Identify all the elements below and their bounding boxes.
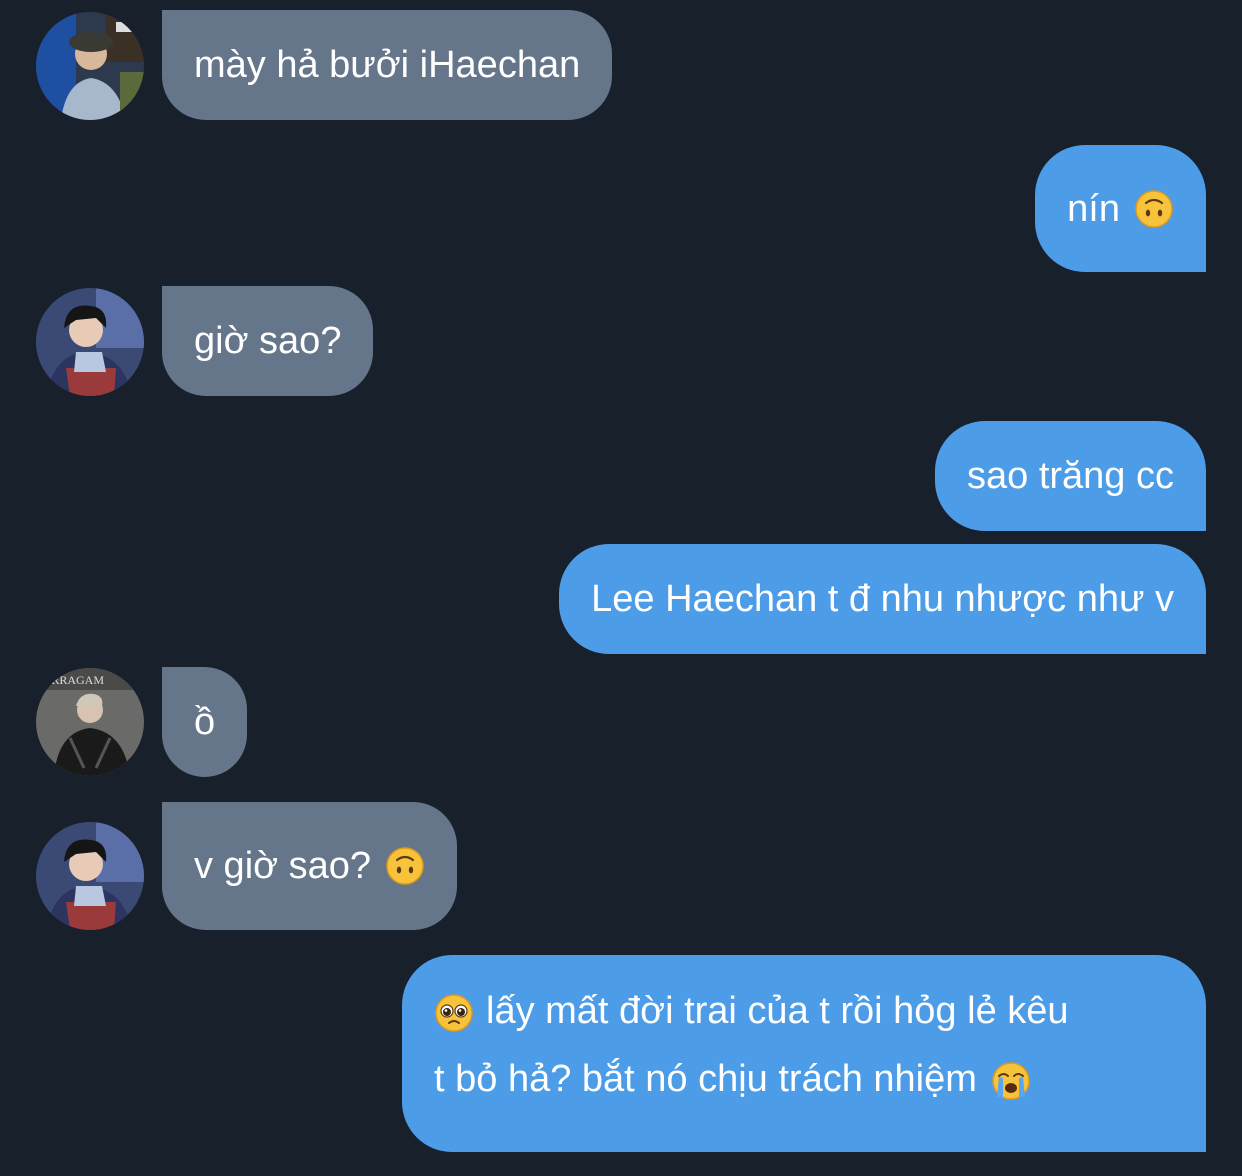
avatar[interactable]	[36, 822, 144, 930]
message-text: nín	[1067, 187, 1120, 230]
avatar[interactable]	[36, 12, 144, 120]
message-text: mày hả bưởi iHaechan	[194, 44, 581, 86]
avatar[interactable]	[36, 288, 144, 396]
upside-down-face-icon	[1134, 189, 1174, 229]
outgoing-message[interactable]: Lee Haechan t đ nhu nhược như v	[559, 544, 1206, 654]
message-text: ồ	[194, 701, 216, 743]
message-text: sao trăng cc	[967, 455, 1174, 497]
incoming-message[interactable]: v giờ sao?	[162, 802, 458, 930]
message-text: t bỏ hả? bắt nó chịu trách nhiệm	[434, 1058, 977, 1100]
upside-down-face-icon	[385, 846, 425, 886]
pleading-face-icon	[434, 993, 474, 1033]
incoming-message[interactable]: giờ sao?	[162, 286, 374, 396]
chat-thread: mày hả bưởi iHaechan nín giờ sao? sao tr…	[0, 0, 1242, 1176]
incoming-message[interactable]: ồ	[162, 667, 248, 777]
outgoing-message[interactable]: nín	[1035, 145, 1206, 272]
loudly-crying-face-icon	[991, 1061, 1031, 1101]
message-text: Lee Haechan t đ nhu nhược như v	[591, 578, 1174, 620]
outgoing-message[interactable]: sao trăng cc	[935, 421, 1206, 531]
incoming-message[interactable]: mày hả bưởi iHaechan	[162, 10, 613, 120]
message-text: giờ sao?	[194, 320, 342, 362]
outgoing-message[interactable]: lấy mất đời trai của t rồi hỏg lẻ kêu t …	[402, 955, 1206, 1152]
message-line: lấy mất đời trai của t rồi hỏg lẻ kêu	[434, 977, 1069, 1045]
message-text: v giờ sao?	[194, 845, 372, 887]
message-line: t bỏ hả? bắt nó chịu trách nhiệm	[434, 1045, 1069, 1113]
message-text: lấy mất đời trai của t rồi hỏg lẻ kêu	[486, 990, 1069, 1032]
svg-text:ERRAGAM: ERRAGAM	[44, 673, 104, 687]
avatar[interactable]: ERRAGAM	[36, 668, 144, 776]
